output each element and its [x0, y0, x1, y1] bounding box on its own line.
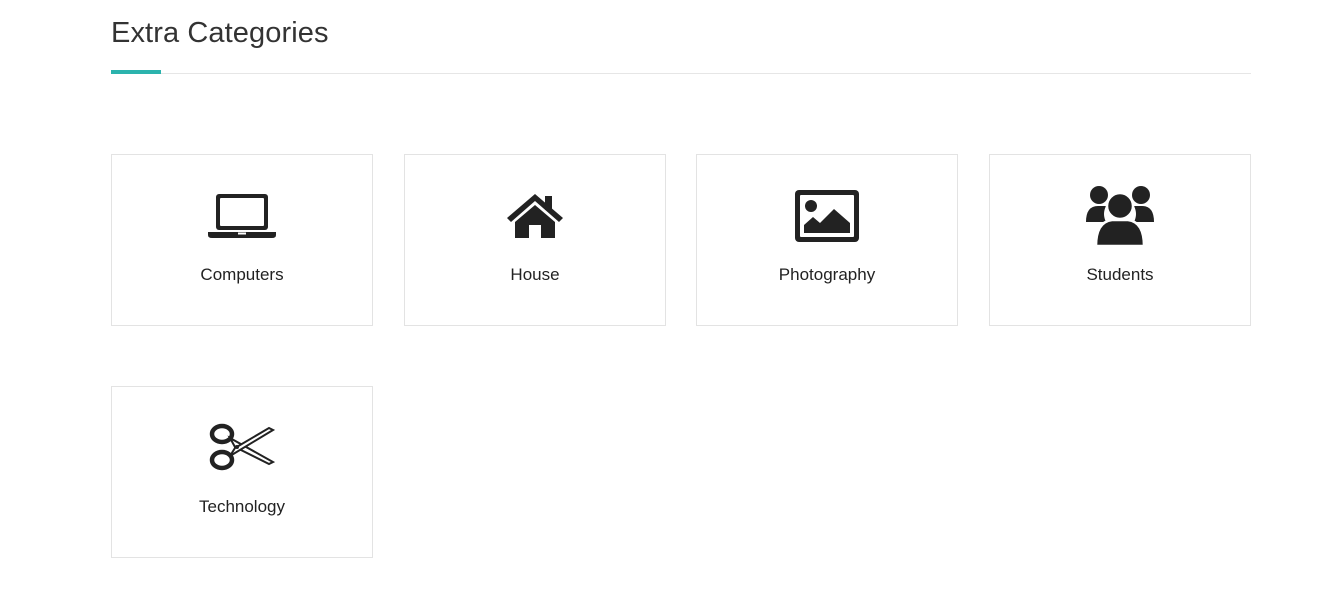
category-label: Technology [198, 497, 285, 516]
category-card-students[interactable]: Students [989, 154, 1251, 326]
category-label: Students [1086, 265, 1154, 284]
category-card-computers[interactable]: Computers [111, 154, 373, 326]
category-label: House [510, 265, 560, 284]
house-icon [500, 183, 570, 249]
image-icon [792, 183, 862, 249]
category-label: Photography [778, 265, 876, 284]
section-header: Extra Categories [111, 0, 1251, 74]
category-card-house[interactable]: House [404, 154, 666, 326]
category-card-photography[interactable]: Photography [696, 154, 958, 326]
scissors-icon [207, 415, 277, 481]
users-icon [1085, 183, 1155, 249]
category-label: Computers [200, 265, 284, 284]
category-card-technology[interactable]: Technology [111, 386, 373, 558]
extra-categories-section: Extra Categories Computers House Photogr… [111, 0, 1251, 558]
section-title: Extra Categories [111, 17, 329, 49]
title-accent-bar [111, 70, 161, 74]
laptop-icon [207, 183, 277, 249]
